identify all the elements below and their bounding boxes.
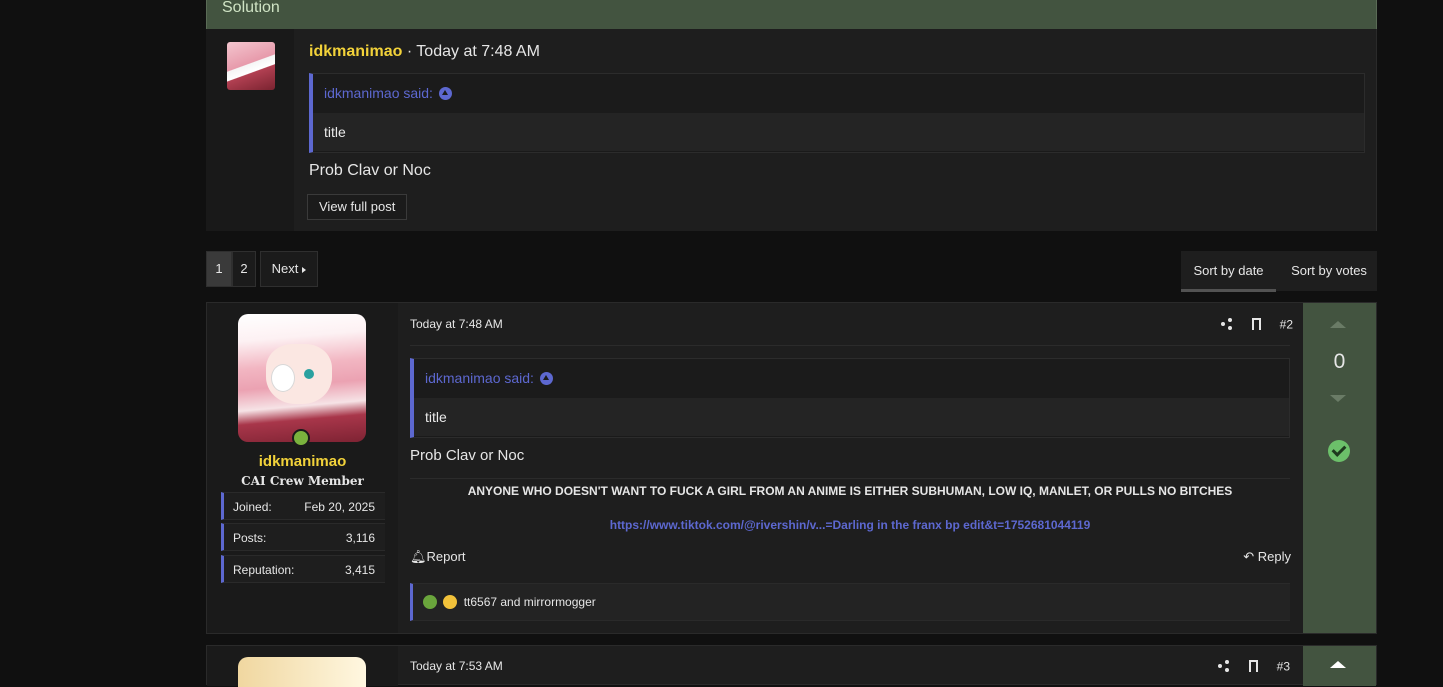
- downvote-icon[interactable]: [1330, 395, 1346, 402]
- solution-quote-text: title: [313, 113, 1364, 151]
- bell-icon: 🔔︎: [410, 549, 427, 564]
- online-status-icon: [292, 429, 310, 447]
- report-button[interactable]: 🔔︎Report: [410, 549, 466, 565]
- stat-value: 3,415: [344, 563, 375, 577]
- sick-emoji-icon: [423, 594, 437, 609]
- post-text: Prob Clav or Noc: [410, 447, 525, 464]
- stat-label: Reputation:: [233, 563, 295, 577]
- thread-page: Solution idkmanimao · Today at 7:48 AM i…: [206, 0, 1377, 687]
- post-actions: #3: [1217, 657, 1290, 673]
- solution-header: Solution: [206, 0, 1377, 29]
- post-quote: idkmanimao said: title: [410, 358, 1290, 438]
- arrow-up-circle-icon[interactable]: [438, 86, 452, 100]
- reactions-users[interactable]: tt6567 and mirrormogger: [464, 595, 596, 609]
- stat-value: 3,116: [345, 531, 375, 545]
- stat-label: Posts:: [233, 531, 267, 545]
- user-title: CAI Crew Member: [241, 474, 364, 488]
- user-avatar[interactable]: [238, 657, 366, 687]
- reply-label: Reply: [1257, 549, 1291, 564]
- post-time[interactable]: Today at 7:53 AM: [410, 659, 503, 673]
- post-number[interactable]: #3: [1277, 659, 1290, 673]
- solution-avatar[interactable]: [227, 42, 275, 90]
- solution-quote: idkmanimao said: title: [309, 73, 1365, 153]
- sort-by-votes-tab[interactable]: Sort by votes: [1281, 251, 1377, 289]
- solution-quote-header[interactable]: idkmanimao said:: [313, 74, 1364, 113]
- reactions-bar[interactable]: tt6567 and mirrormogger: [410, 583, 1290, 621]
- post: Today at 7:53 AM #3: [206, 645, 1377, 687]
- stat-label: Joined:: [233, 500, 272, 514]
- vote-count: 0: [1333, 350, 1346, 373]
- sort-by-date-tab[interactable]: Sort by date: [1181, 251, 1276, 292]
- divider: [410, 345, 1290, 346]
- solution-text: Prob Clav or Noc: [309, 162, 431, 179]
- user-info: idkmanimao CAI Crew Member Joined: Feb 2…: [207, 303, 398, 633]
- signature-link-row: https://www.tiktok.com/@rivershin/v...=D…: [410, 518, 1290, 532]
- post-quote-header[interactable]: idkmanimao said:: [414, 359, 1289, 398]
- arrow-up-circle-icon[interactable]: [539, 371, 553, 385]
- upvote-icon[interactable]: [1330, 661, 1346, 668]
- post-quote-text: title: [414, 398, 1289, 436]
- next-page-button[interactable]: Next: [260, 251, 318, 287]
- solution-username[interactable]: idkmanimao: [309, 43, 402, 60]
- reply-button[interactable]: ↶ Reply: [1243, 549, 1291, 565]
- signature-text: ANYONE WHO DOESN'T WANT TO FUCK A GIRL F…: [467, 484, 1233, 498]
- solution-post: idkmanimao · Today at 7:48 AM idkmanimao…: [206, 29, 1377, 231]
- post-username[interactable]: idkmanimao: [207, 453, 398, 470]
- post-quote-author[interactable]: idkmanimao said:: [425, 370, 534, 386]
- next-label: Next: [271, 261, 299, 276]
- post-content: Today at 7:48 AM #2 idkmanimao said: tit…: [398, 303, 1303, 633]
- stat-joined: Joined: Feb 20, 2025: [221, 492, 385, 520]
- sort-tabs: Sort by date Sort by votes: [1181, 251, 1377, 292]
- signature-divider: [410, 478, 1290, 479]
- avatar-eyepatch: [271, 364, 295, 392]
- post-time[interactable]: Today at 7:48 AM: [410, 317, 503, 331]
- avatar-eye: [304, 369, 314, 379]
- stat-posts: Posts: 3,116: [221, 523, 385, 551]
- stat-reputation: Reputation: 3,415: [221, 555, 385, 583]
- bookmark-icon[interactable]: [1251, 318, 1261, 331]
- post-number[interactable]: #2: [1280, 317, 1293, 331]
- solution-meta: idkmanimao · Today at 7:48 AM: [309, 43, 540, 61]
- signature-link[interactable]: https://www.tiktok.com/@rivershin/v...=D…: [610, 518, 1091, 532]
- solution-check-icon[interactable]: [1328, 440, 1350, 462]
- solution-avatar-column: [206, 29, 294, 231]
- share-icon[interactable]: [1217, 660, 1230, 673]
- view-full-post-button[interactable]: View full post: [307, 194, 408, 220]
- post-actions: #2: [1220, 315, 1293, 331]
- upvote-icon[interactable]: [1330, 321, 1346, 328]
- vote-column: 0: [1303, 303, 1376, 633]
- caret-right-icon: [302, 266, 307, 273]
- solution-quote-author[interactable]: idkmanimao said:: [324, 85, 433, 101]
- bookmark-icon[interactable]: [1248, 660, 1258, 673]
- post: idkmanimao CAI Crew Member Joined: Feb 2…: [206, 302, 1377, 634]
- page-1-button[interactable]: 1: [206, 251, 232, 287]
- laughing-emoji-icon: [443, 594, 458, 609]
- user-avatar[interactable]: [238, 314, 366, 442]
- user-info: [207, 646, 398, 687]
- vote-column: [1303, 646, 1376, 686]
- stat-value: Feb 20, 2025: [304, 500, 375, 514]
- page-2-button[interactable]: 2: [232, 251, 256, 287]
- reply-icon: ↶: [1243, 549, 1258, 564]
- solution-time: · Today at 7:48 AM: [406, 43, 540, 60]
- report-label: Report: [426, 549, 466, 564]
- solution-label: Solution: [222, 0, 280, 16]
- share-icon[interactable]: [1220, 318, 1233, 331]
